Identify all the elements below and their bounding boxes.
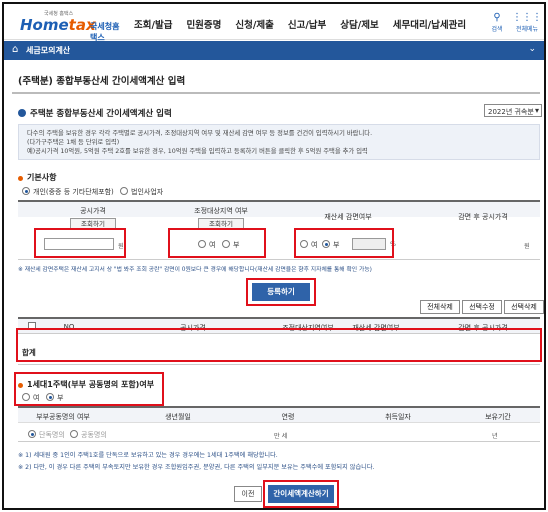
hometax-logo[interactable]: 국세청 홈택스 Hometax 국세청홈택스 [14,10,124,42]
search-button[interactable]: ⚲ 검색 [482,12,512,33]
site-header: 국세청 홈택스 Hometax 국세청홈택스 조회/발급 민원증명 신청/제출 … [4,4,544,42]
section-title: 주택분 종합부동산세 간이세액계산 입력 [18,107,172,119]
nav-item[interactable]: 조회/발급 [134,17,172,31]
reduce-note: ※ 재산세 감면주택은 재산세 고지서 상 "법 봐주 조회 공란" 감면이 0… [18,267,372,273]
delete-selected-button[interactable]: 선택삭제 [504,300,544,314]
breadcrumb-bar: ⌂ 세금모의계산 ⌄ [4,41,544,60]
main-nav: 조회/발급 민원증명 신청/제출 신고/납부 상담/제보 세무대리/납세관리 [134,17,480,31]
highlight-adjust [168,228,266,258]
grid-icon: ⋮⋮⋮ [512,12,542,23]
basic-info-title: 기본사항 [18,172,56,183]
holding-period-value: 년 [492,433,498,440]
breadcrumb-title: 세금모의계산 [26,46,71,55]
chevron-down-icon[interactable]: ⌄ [528,44,536,54]
prev-button[interactable]: 이전 [234,486,262,502]
all-menu-button[interactable]: ⋮⋮⋮ 전체메뉴 [512,12,542,33]
logo-wordmark: Hometax [20,16,96,34]
highlight-calculate [263,480,339,508]
home-icon[interactable]: ⌂ [12,44,18,55]
bullet-icon [18,109,26,117]
app-frame: 국세청 홈택스 Hometax 국세청홈택스 조회/발급 민원증명 신청/제출 … [2,2,546,510]
highlight-reduce [294,228,394,258]
edit-selected-button[interactable]: 선택수정 [462,300,502,314]
nav-item[interactable]: 신고/납부 [288,17,326,31]
bullet-icon [18,176,23,181]
delete-all-button[interactable]: 전체삭제 [420,300,460,314]
nav-item[interactable]: 상담/제보 [340,17,378,31]
footnote-2: ※ 2) 다만, 이 경우 다른 주택의 부속토지만 보유한 경우 조합원입주권… [18,464,375,471]
page-title: (주택분) 종합부동산세 간이세액계산 입력 [18,76,186,87]
notice-box: 다수의 주택을 보유한 경우 각각 주택별로 공시가격, 조정대상지역 여부 및… [18,124,540,160]
taxpayer-corp-radio[interactable]: 법인사업자 [120,187,163,197]
nav-item[interactable]: 신청/제출 [235,17,273,31]
highlight-total [16,328,542,362]
nav-item[interactable]: 세무대리/납세관리 [393,17,466,31]
owner-detail-table: 부부공동명의 여부 생년월일 연령 취득일자 보유기간 단독명의 공동명의 만 … [18,406,540,442]
title-divider [12,92,540,94]
age-value: 만 세 [274,433,288,440]
nav-item[interactable]: 민원증명 [186,17,221,31]
single-owner-radio[interactable]: 단독명의 [28,430,65,440]
footnote-1: ※ 1) 세대원 중 1인이 주택1호를 단독으로 보유하고 있는 경우 경우에… [18,452,278,459]
highlight-register [246,278,316,306]
highlight-price [34,228,126,258]
joint-owner-radio[interactable]: 공동명의 [70,430,107,440]
year-select[interactable]: 2022년 귀속분 [484,104,542,117]
taxpayer-individual-radio[interactable]: 개인(중증 등 기타단체포함) [22,187,114,197]
highlight-one-house [14,372,164,406]
search-icon: ⚲ [493,12,501,23]
logo-korean: 국세청홈택스 [90,22,120,42]
